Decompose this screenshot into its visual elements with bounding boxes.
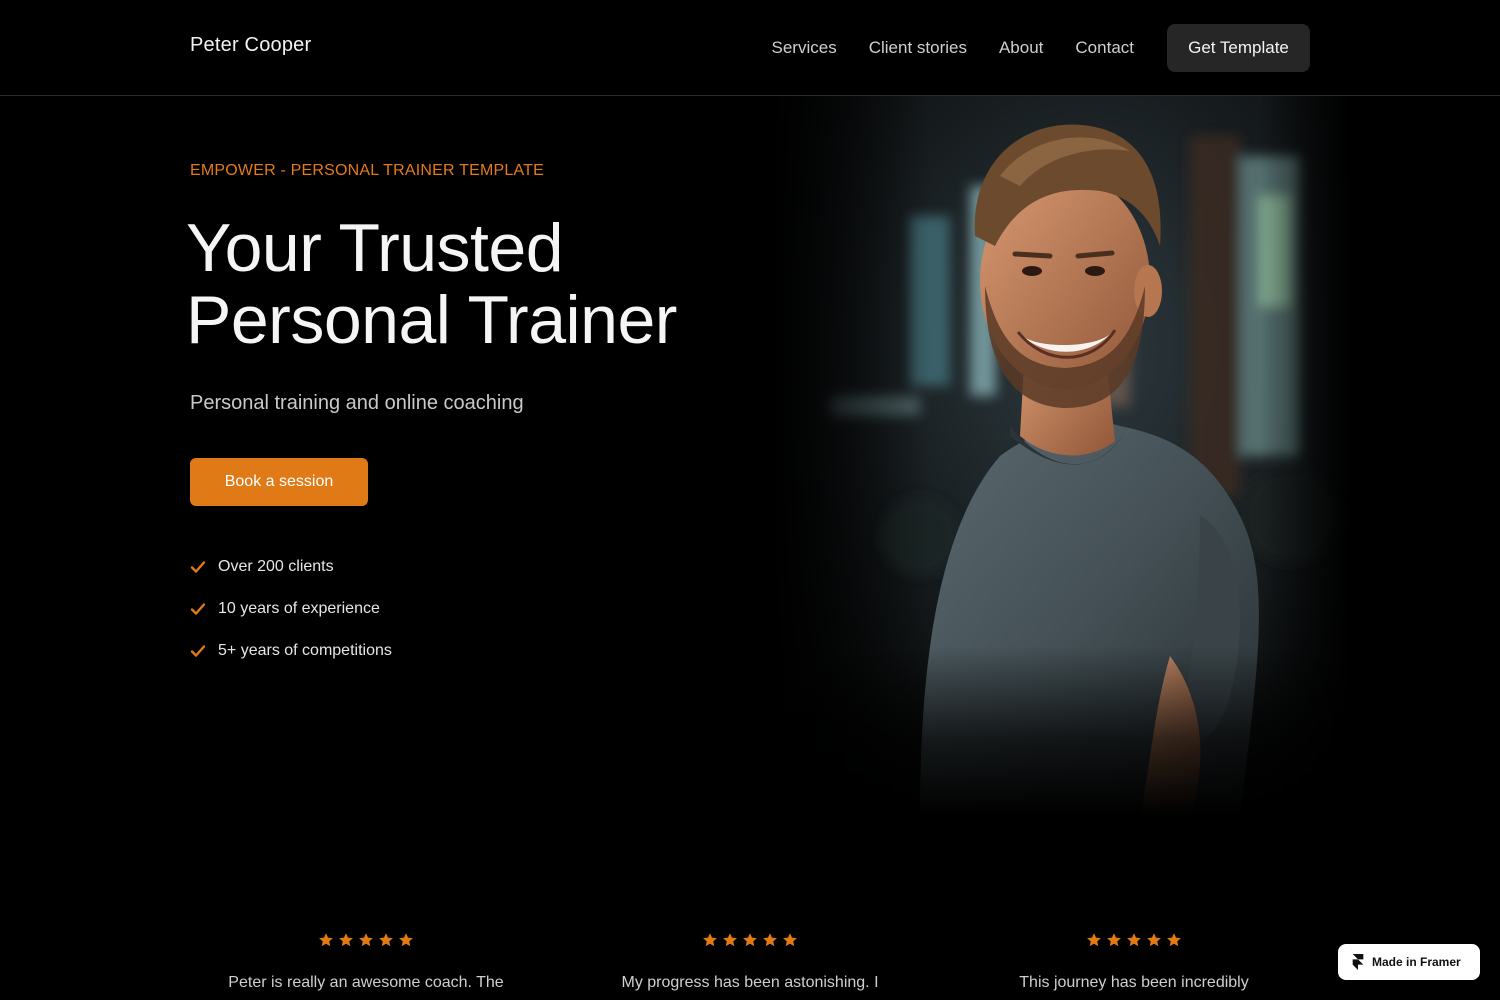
checklist-item: 10 years of experience — [190, 588, 392, 630]
checklist-item-label: Over 200 clients — [218, 558, 334, 575]
checklist-item-label: 10 years of experience — [218, 600, 380, 617]
brand-name[interactable]: Peter Cooper — [190, 34, 311, 57]
checklist-item-label: 5+ years of competitions — [218, 642, 392, 659]
nav-link-about[interactable]: About — [999, 38, 1043, 58]
star-rating — [942, 928, 1326, 954]
star-icon — [399, 933, 413, 947]
nav-links: Services Client stories About Contact — [772, 38, 1134, 58]
testimonial-card: My progress has been astonishing. I — [558, 928, 942, 996]
star-icon — [319, 933, 333, 947]
hero-title-line-2: Personal Trainer — [186, 282, 677, 358]
star-icon — [783, 933, 797, 947]
testimonial-quote: This journey has been incredibly — [1019, 974, 1249, 991]
book-session-button[interactable]: Book a session — [190, 458, 368, 506]
testimonial-card: This journey has been incredibly — [942, 928, 1326, 996]
hero-checklist: Over 200 clients 10 years of experience … — [190, 546, 392, 672]
star-icon — [1167, 933, 1181, 947]
hero-subtitle: Personal training and online coaching — [190, 392, 524, 414]
star-icon — [763, 933, 777, 947]
nav-link-services[interactable]: Services — [772, 38, 837, 58]
photo-fade-bottom — [770, 646, 1350, 816]
top-navigation: Peter Cooper Services Client stories Abo… — [0, 0, 1500, 96]
star-icon — [359, 933, 373, 947]
testimonial-quote: Peter is really an awesome coach. The — [228, 974, 504, 991]
nav-link-contact[interactable]: Contact — [1075, 38, 1134, 58]
get-template-button[interactable]: Get Template — [1167, 24, 1310, 72]
check-icon — [190, 645, 206, 657]
badge-label: Made in Framer — [1372, 955, 1461, 969]
made-in-framer-badge[interactable]: Made in Framer — [1338, 944, 1480, 980]
star-icon — [1087, 933, 1101, 947]
star-rating — [174, 928, 558, 954]
check-icon — [190, 603, 206, 615]
star-icon — [1127, 933, 1141, 947]
star-icon — [379, 933, 393, 947]
check-icon — [190, 561, 206, 573]
star-icon — [1107, 933, 1121, 947]
framer-logo-icon — [1352, 954, 1364, 970]
hero-title-line-1: Your Trusted — [186, 210, 564, 286]
trainer-photo — [770, 96, 1350, 816]
testimonials-section: Peter is really an awesome coach. The My… — [174, 928, 1326, 996]
hero-eyebrow: EMPOWER - PERSONAL TRAINER TEMPLATE — [190, 162, 545, 179]
star-icon — [1147, 933, 1161, 947]
star-icon — [743, 933, 757, 947]
star-icon — [339, 933, 353, 947]
checklist-item: 5+ years of competitions — [190, 630, 392, 672]
nav-link-client-stories[interactable]: Client stories — [869, 38, 967, 58]
testimonial-quote: My progress has been astonishing. I — [621, 974, 879, 991]
landing-page: Peter Cooper Services Client stories Abo… — [0, 0, 1500, 1000]
checklist-item: Over 200 clients — [190, 546, 392, 588]
testimonial-card: Peter is really an awesome coach. The — [174, 928, 558, 996]
star-icon — [723, 933, 737, 947]
star-rating — [558, 928, 942, 954]
star-icon — [703, 933, 717, 947]
hero-title: Your Trusted Personal Trainer — [186, 212, 677, 356]
